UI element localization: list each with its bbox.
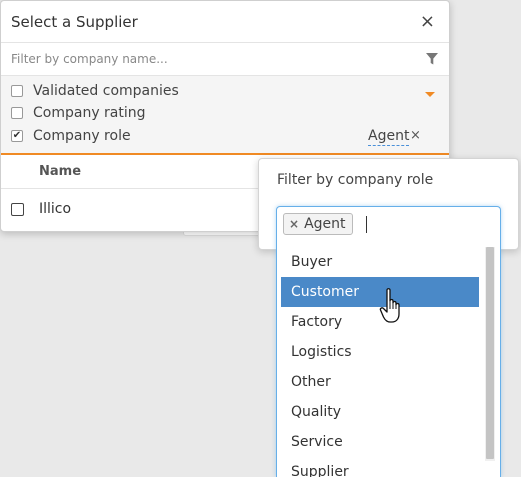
- checkbox[interactable]: [11, 85, 23, 97]
- company-name-filter-input[interactable]: [11, 52, 425, 66]
- option-other[interactable]: Other: [281, 367, 479, 397]
- option-service[interactable]: Service: [281, 427, 479, 457]
- option-quality[interactable]: Quality: [281, 397, 479, 427]
- company-role-value[interactable]: Agent: [368, 128, 410, 146]
- options-scrollbar[interactable]: [485, 247, 495, 461]
- hand-pointer-icon: [379, 288, 400, 323]
- filter-validated-companies[interactable]: Validated companies: [11, 83, 179, 99]
- dialog-title: Select a Supplier: [11, 12, 138, 31]
- caret-down-icon[interactable]: [425, 92, 435, 97]
- popover-title: Filter by company role: [277, 172, 434, 188]
- filter-label: Validated companies: [33, 83, 179, 99]
- checkbox-checked[interactable]: ✔: [11, 130, 23, 142]
- filter-label: Company rating: [33, 105, 146, 121]
- funnel-icon[interactable]: [425, 52, 439, 66]
- option-buyer[interactable]: Buyer: [281, 247, 479, 277]
- role-multiselect[interactable]: × Agent Buyer Customer Factory Logistics…: [276, 206, 501, 477]
- company-filter-row: [1, 43, 449, 76]
- remove-role-icon[interactable]: ×: [410, 128, 421, 143]
- close-icon[interactable]: ×: [420, 11, 435, 33]
- checkbox[interactable]: [11, 107, 23, 119]
- row-checkbox[interactable]: [11, 202, 24, 216]
- scrollbar-thumb[interactable]: [486, 247, 494, 459]
- role-options-list: Buyer Customer Factory Logistics Other Q…: [281, 247, 479, 477]
- filter-company-role[interactable]: ✔ Company role: [11, 128, 131, 144]
- text-cursor: [366, 216, 367, 233]
- option-supplier[interactable]: Supplier: [281, 457, 479, 477]
- filter-label: Company role: [33, 128, 131, 144]
- row-name: Illico: [39, 201, 72, 217]
- option-logistics[interactable]: Logistics: [281, 337, 479, 367]
- column-header-name[interactable]: Name: [39, 164, 81, 179]
- dialog-header: Select a Supplier ×: [1, 1, 449, 43]
- tag-label: Agent: [304, 216, 346, 232]
- tag-remove-icon[interactable]: ×: [289, 217, 299, 231]
- filter-company-rating[interactable]: Company rating: [11, 105, 146, 121]
- filter-panel: Validated companies Company rating ✔ Com…: [1, 76, 449, 155]
- selected-tag-agent[interactable]: × Agent: [283, 213, 353, 235]
